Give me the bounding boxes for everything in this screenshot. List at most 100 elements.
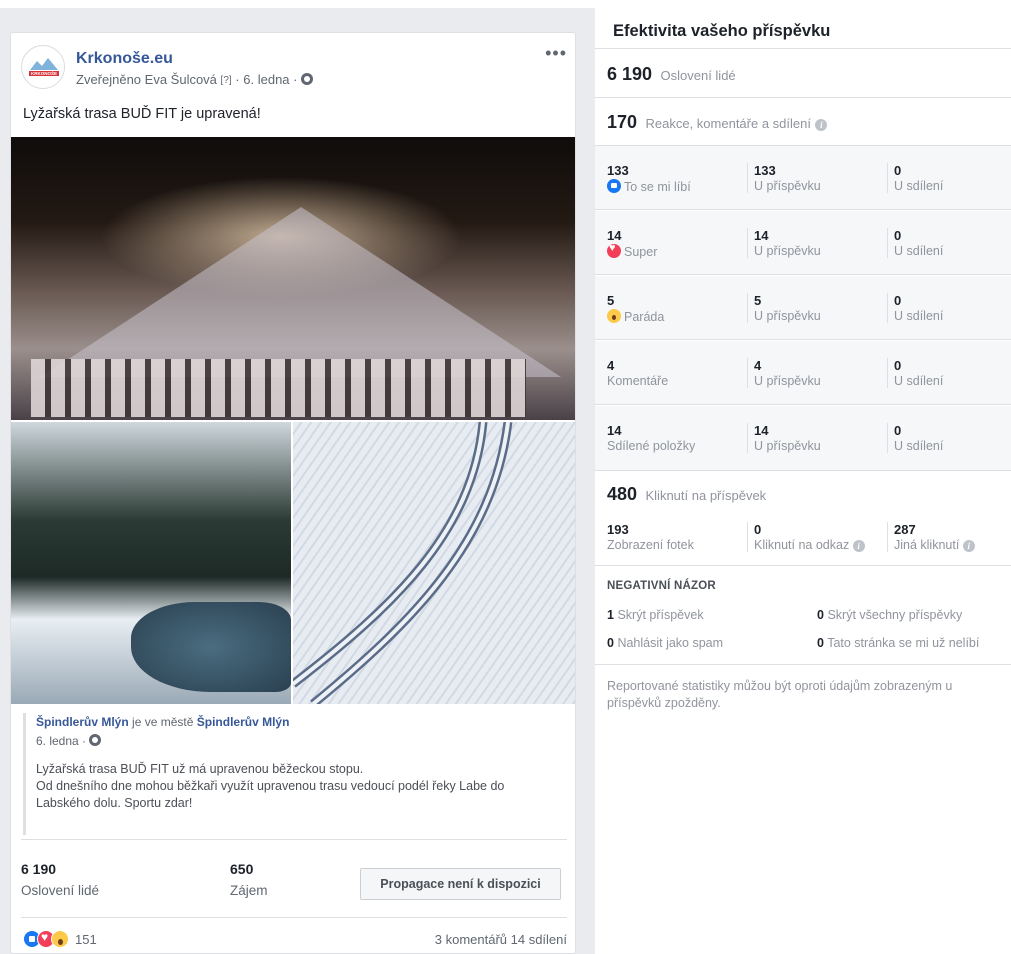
shared-author-link[interactable]: Špindlerův Mlýn [36,715,129,729]
wow-on-post: 5 U příspěvku [747,293,821,323]
comments-on-shares-label: U sdílení [894,374,944,388]
comments-on-shares: 0 U sdílení [887,358,943,388]
comments-shares-count[interactable]: 3 komentářů 14 sdílení [435,932,567,947]
photo-groomed-trail-night[interactable] [11,137,575,420]
info-icon[interactable]: i [815,119,828,131]
avatar-logo-text: KRKONOŠE [31,69,57,76]
click-breakdown-row: 193 Zobrazení fotek 0 Kliknutí na odkaz … [595,522,1011,566]
reaction-row-wow: 5 Paráda 5 U příspěvku 0 U sdílení [595,276,1011,340]
love-icon [607,242,621,258]
top-strip [0,0,1011,8]
promote-button[interactable]: Propagace není k dispozici [360,868,561,900]
love-total-label-wrap: Super [607,242,657,259]
reach-label: Oslovení lidé [21,883,100,898]
shares-on-shares: 0 U sdílení [887,423,943,453]
shared-date-line: 6. ledna · [36,734,561,748]
shares-on-shares-value: 0 [894,423,902,438]
wow-icon [607,309,621,323]
shares-total-value: 14 [607,423,622,438]
love-on-post-value: 14 [754,228,769,243]
post-date[interactable]: 6. ledna [243,72,289,87]
shares-total: 14 Sdílené položky [607,423,695,453]
hide-post-label: Skrýt příspěvek [617,608,704,622]
page-name-link[interactable]: Krkonoše.eu [76,50,173,68]
comments-on-post-value: 4 [754,358,762,373]
like-on-post-label: U příspěvku [754,179,821,193]
photo-ski-tracks[interactable] [293,422,575,704]
shares-on-post-value: 14 [754,423,769,438]
reactions-count[interactable]: 151 [75,932,97,947]
hide-post-stat: 1 Skrýt příspěvek [607,608,704,622]
shared-city-link[interactable]: Špindlerův Mlýn [197,715,290,729]
trail-shape [41,207,561,377]
reach-metric: 6 190 Oslovení lidé [607,64,736,85]
other-clicks: 287 Jiná kliknutí i [887,522,975,552]
comments-on-post: 4 U příspěvku [747,358,821,388]
interactions-metric: 170 Reakce, komentáře a sdílení i [607,112,828,133]
shared-origin-line: Špindlerův Mlýn je ve městě Špindlerův M… [36,715,561,729]
love-on-shares-value: 0 [894,228,902,243]
shares-total-label: Sdílené položky [607,439,696,453]
wow-on-shares-label: U sdílení [894,309,944,323]
shared-globe-icon [89,734,102,746]
like-on-post: 133 U příspěvku [747,163,821,193]
comments-on-shares-value: 0 [894,358,902,373]
clicks-metric-value: 480 [607,484,638,504]
clicks-separator [595,565,1011,566]
link-clicks: 0 Kliknutí na odkaz i [747,522,865,552]
krkonose-logo-icon: KRKONOŠE [23,47,64,88]
post-card: KRKONOŠE Krkonoše.eu Zveřejněno Eva Šulc… [10,32,576,954]
other-clicks-value: 287 [894,522,916,537]
other-clicks-label-wrap: Jiná kliknutí i [894,538,975,552]
post-meta: Zveřejněno Eva Šulcová [?] · 6. ledna · [76,72,314,87]
other-clicks-label: Jiná kliknutí [894,538,960,552]
wow-reaction-icon[interactable] [51,930,69,948]
help-mark[interactable]: [?] [221,75,232,86]
post-header: KRKONOŠE Krkonoše.eu Zveřejněno Eva Šulc… [21,43,567,95]
wow-total: 5 Paráda [607,293,664,324]
wow-on-post-value: 5 [754,293,762,308]
post-stats-row: 6 190 Oslovení lidé 650 Zájem Propagace … [21,861,567,909]
reaction-row-comments: 4 Komentáře 4 U příspěvku 0 U sdílení [595,341,1011,405]
hide-all-label: Skrýt všechny příspěvky [827,608,963,622]
page-avatar[interactable]: KRKONOŠE [21,45,65,89]
clicks-metric: 480 Kliknutí na příspěvek [607,484,766,505]
like-total-label-wrap: To se mi líbí [607,179,691,194]
shared-text-line-1: Lyžařská trasa BUĎ FIT už má upravenou b… [36,762,364,776]
insights-title: Efektivita vašeho příspěvku [613,22,831,40]
other-clicks-info-icon[interactable]: i [962,540,975,552]
wow-on-shares: 0 U sdílení [887,293,943,323]
like-total: 133 To se mi líbí [607,163,691,194]
reactions-bottom-separator [595,470,1011,471]
wow-on-shares-value: 0 [894,293,902,308]
like-on-shares-label: U sdílení [894,179,944,193]
unlike-page-value: 0 [817,636,824,650]
reaction-row-love: 14 Super 14 U příspěvku 0 U sdílení [595,211,1011,275]
reach-metric-label: Oslovení lidé [660,68,736,83]
link-clicks-info-icon[interactable]: i [852,540,865,552]
more-options-button[interactable]: ••• [545,43,567,64]
meta-separator: · [235,72,240,87]
wow-total-label: Paráda [624,310,665,324]
shared-date[interactable]: 6. ledna · [36,734,86,748]
report-spam-value: 0 [607,636,614,650]
love-on-shares-label: U sdílení [894,244,944,258]
unlike-page-label: Tato stránka se mi už nelíbí [827,636,980,650]
engagement-stat: 650 Zájem [230,861,268,898]
photo-river-trail[interactable] [11,422,291,704]
wow-total-label-wrap: Paráda [607,309,664,324]
like-on-post-value: 133 [754,163,776,178]
link-clicks-label: Kliknutí na odkaz [754,538,850,552]
comments-total-value: 4 [607,358,615,373]
love-total: 14 Super [607,228,657,259]
like-total-value: 133 [607,163,629,178]
shares-on-post: 14 U příspěvku [747,423,821,453]
love-on-shares: 0 U sdílení [887,228,943,258]
stats-divider-top [21,839,567,840]
hide-post-value: 1 [607,608,614,622]
shares-on-shares-label: U sdílení [894,439,944,453]
meta-separator-2: · [293,72,298,87]
stats-disclaimer: Reportované statistiky můžou být oproti … [607,679,953,710]
photo-views-value: 193 [607,522,629,537]
comments-total-label: Komentáře [607,374,669,388]
